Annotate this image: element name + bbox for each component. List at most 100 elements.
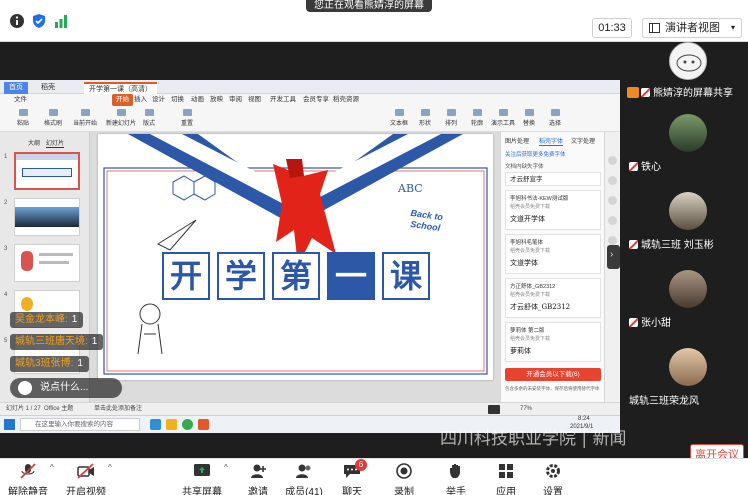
title-char: 一: [327, 252, 375, 300]
tab-docer-fonts[interactable]: 稻壳字体: [539, 136, 564, 146]
share-screen-label: 共享屏幕: [182, 487, 222, 495]
abc-doodle: ABC: [398, 182, 423, 195]
thumb-tab-slides[interactable]: 幻灯片: [46, 138, 65, 148]
share-screen-indicator-icon: [627, 87, 639, 98]
chat-label: 聊天: [342, 487, 362, 495]
chevron-left-icon[interactable]: ‹: [122, 378, 132, 398]
invite-icon: [251, 464, 266, 478]
menu-review[interactable]: 审阅: [229, 94, 242, 106]
members-icon: [296, 464, 311, 478]
apps-button[interactable]: 应用: [480, 463, 532, 495]
participant-tile[interactable]: 城轨三班荣龙风: [625, 348, 748, 410]
video-off-icon: [77, 463, 94, 479]
play-icon[interactable]: [488, 405, 500, 414]
font-card[interactable]: 萝莉体 第二版 稻壳会员免费下载 萝莉体: [505, 322, 601, 362]
settings-button[interactable]: 设置: [527, 463, 579, 495]
participant-tile[interactable]: 张小甜: [625, 270, 748, 332]
menu-slideshow[interactable]: 放映: [210, 94, 223, 106]
menu-design[interactable]: 设计: [152, 94, 165, 106]
app-tab-home[interactable]: 首页: [4, 82, 28, 94]
start-video-button[interactable]: 开启视频: [60, 463, 112, 495]
slide-number: 3: [4, 246, 8, 252]
menu-developer[interactable]: 开发工具: [270, 94, 296, 106]
chrome-icon[interactable]: [182, 419, 193, 430]
participant-tile[interactable]: 铁心: [625, 114, 748, 176]
font-name: 李旭科书法-KEW测试版: [510, 196, 569, 202]
raise-hand-label: 举手: [446, 487, 466, 495]
menu-insert[interactable]: 插入: [134, 94, 147, 106]
slide-thumbnail[interactable]: [14, 244, 80, 282]
current-start-tool[interactable]: 当前开始: [66, 109, 104, 129]
signal-bars-icon[interactable]: [53, 13, 69, 29]
file-explorer-icon[interactable]: [166, 419, 177, 430]
slide-canvas[interactable]: ABC Back to School 开 学 第 一 课: [98, 134, 493, 380]
reset-tool[interactable]: 重置: [168, 109, 206, 129]
participant-tile[interactable]: 城轨三班 刘玉彬: [625, 192, 748, 254]
font-name: 李旭科毛笔体: [510, 240, 544, 246]
chat-unread-badge: 6: [355, 459, 367, 471]
chat-quick-input[interactable]: 说点什么... ‹: [10, 378, 125, 398]
select-tool[interactable]: 选择: [536, 109, 574, 129]
notes-placeholder[interactable]: 单击此处添加备注: [94, 403, 142, 415]
become-member-download-button[interactable]: 开通会员以下载(6): [505, 368, 601, 381]
avatar: [669, 42, 707, 80]
menu-start[interactable]: 开始: [112, 94, 133, 106]
view-mode-button[interactable]: 演讲者视图 ▾: [642, 18, 742, 38]
side-tool-icon[interactable]: [608, 236, 617, 245]
share-screen-button[interactable]: 共享屏幕: [176, 463, 228, 495]
app-tab-document[interactable]: 开学第一课（高清）: [84, 82, 157, 94]
settings-label: 设置: [543, 487, 563, 495]
font-panel-title[interactable]: 关注后获取更多免费字体: [505, 150, 566, 158]
menu-member[interactable]: 会员专享: [303, 94, 329, 106]
slide-editing-area: ABC Back to School 开 学 第 一 课: [90, 132, 500, 402]
font-panel-tabs: 图片处理 稻壳字体 文字处理: [505, 136, 601, 146]
taskbar-search[interactable]: 在这里输入你要搜索的内容: [20, 418, 140, 431]
emoji-icon[interactable]: [18, 381, 32, 395]
participant-tile[interactable]: 熊婧淳的屏幕共享: [625, 42, 748, 104]
members-label: 成员(41): [285, 487, 323, 495]
zoom-level[interactable]: 77%: [520, 403, 532, 415]
wps-icon[interactable]: [198, 419, 209, 430]
font-card[interactable]: 方正舒体_GB2312 稻壳会员免费下载 才云舒体_GB2312: [505, 278, 601, 318]
side-tool-icon[interactable]: [608, 156, 617, 165]
menu-file[interactable]: 文件: [14, 94, 27, 106]
raise-hand-button[interactable]: 举手: [430, 463, 482, 495]
side-tool-icon[interactable]: [608, 196, 617, 205]
chat-button[interactable]: 6 聊天: [326, 459, 378, 495]
participant-name: 铁心: [629, 158, 661, 173]
font-card[interactable]: 李旭科书法-KEW测试版 稻壳会员免费下载 文道开学体: [505, 190, 601, 230]
thumb-tab-outline[interactable]: 大纲: [28, 138, 40, 147]
app-tab-docer[interactable]: 稻壳: [36, 82, 60, 94]
menu-transition[interactable]: 切换: [171, 94, 184, 106]
record-button[interactable]: 录制: [378, 463, 430, 495]
members-button[interactable]: 成员(41): [278, 463, 330, 495]
layout-tool[interactable]: 版式: [130, 109, 168, 129]
tab-text-processing[interactable]: 文字处理: [571, 136, 595, 145]
side-tool-icon[interactable]: [608, 176, 617, 185]
invite-button[interactable]: 邀请: [232, 463, 284, 495]
slide-thumbnail[interactable]: [14, 198, 80, 236]
slide-number: 4: [4, 292, 8, 298]
chevron-up-icon[interactable]: ^: [50, 463, 54, 472]
edge-browser-icon[interactable]: [150, 419, 161, 430]
gallery-collapse-handle[interactable]: ›: [607, 245, 620, 269]
menu-view[interactable]: 视图: [248, 94, 261, 106]
record-icon: [396, 463, 412, 479]
font-name: 萝莉体 第二版: [510, 328, 545, 334]
font-card[interactable]: 李旭科毛笔体 稻壳会员免费下载 文道学体: [505, 234, 601, 274]
shield-check-icon[interactable]: [31, 13, 47, 29]
chevron-up-icon[interactable]: ^: [108, 463, 112, 472]
share-screen-icon: [194, 464, 210, 476]
menu-docer[interactable]: 稻壳资源: [333, 94, 359, 106]
side-tool-icon[interactable]: [608, 216, 617, 225]
menu-animation[interactable]: 动画: [191, 94, 204, 106]
chevron-up-icon[interactable]: ^: [224, 463, 228, 472]
slide-number: 1: [4, 154, 8, 160]
slide-thumbnail[interactable]: [14, 152, 80, 190]
info-icon[interactable]: [9, 13, 25, 29]
font-panel: 图片处理 稻壳字体 文字处理 关注后获取更多免费字体 文档内缺失字体 才云舒宣字…: [500, 132, 604, 402]
chevron-right-icon: ›: [610, 249, 614, 260]
unmute-button[interactable]: 解除静音: [2, 463, 54, 495]
windows-start-icon[interactable]: [4, 419, 15, 430]
tab-image-processing[interactable]: 图片处理: [505, 136, 529, 145]
